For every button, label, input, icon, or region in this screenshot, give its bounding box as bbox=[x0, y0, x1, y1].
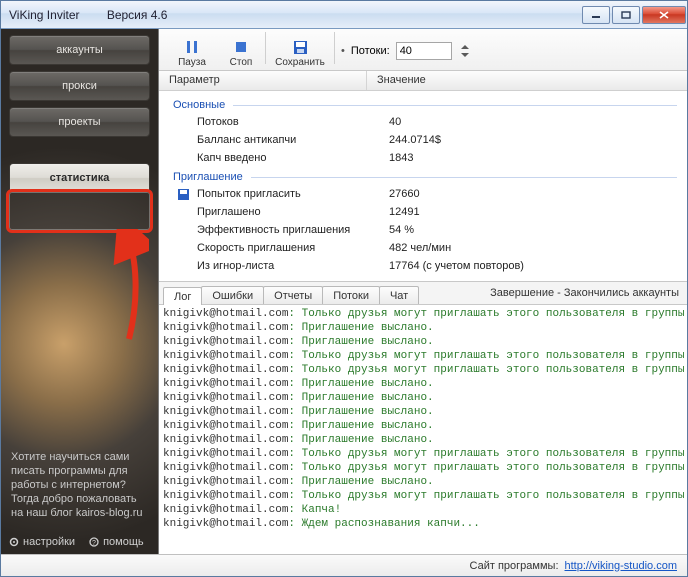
threads-label: Потоки: bbox=[351, 45, 390, 57]
stat-value: 12491 bbox=[389, 206, 420, 218]
col-param: Параметр bbox=[159, 71, 367, 90]
main-panel: Пауза Стоп Сохранить • Потоки: Параметр … bbox=[158, 29, 687, 554]
tab-ошибки[interactable]: Ошибки bbox=[201, 286, 264, 304]
close-button[interactable] bbox=[642, 6, 686, 24]
svg-text:?: ? bbox=[92, 540, 96, 547]
pause-button[interactable]: Пауза bbox=[165, 38, 219, 68]
minimize-button[interactable] bbox=[582, 6, 610, 24]
stat-key: Приглашено bbox=[193, 206, 389, 218]
tab-чат[interactable]: Чат bbox=[379, 286, 419, 304]
save-button[interactable]: Сохранить bbox=[270, 38, 330, 68]
help-icon: ? bbox=[89, 537, 99, 547]
tab-отчеты[interactable]: Отчеты bbox=[263, 286, 323, 304]
stop-button[interactable]: Стоп bbox=[221, 38, 261, 68]
promo-text: Хотите научиться сами писать программы д… bbox=[11, 450, 148, 520]
titlebar: ViKing Inviter Версия 4.6 bbox=[1, 1, 687, 29]
annotation-arrow-icon bbox=[109, 229, 149, 349]
site-label: Сайт программы: bbox=[470, 560, 559, 572]
stat-row: Эффективность приглашения54 % bbox=[173, 221, 687, 239]
stat-value: 482 чел/мин bbox=[389, 242, 451, 254]
toolbar: Пауза Стоп Сохранить • Потоки: bbox=[159, 29, 687, 71]
stat-row: Потоков40 bbox=[173, 113, 687, 131]
sidebar-item-accounts[interactable]: аккаунты bbox=[9, 35, 150, 65]
stat-value: 1843 bbox=[389, 152, 413, 164]
threads-input[interactable] bbox=[396, 42, 452, 60]
separator bbox=[265, 32, 266, 64]
stat-row: Из игнор-листа17764 (с учетом повторов) bbox=[173, 257, 687, 275]
stat-row: Попыток пригласить27660 bbox=[173, 185, 687, 203]
group-invite: Приглашение bbox=[173, 171, 687, 183]
help-link[interactable]: ?помощь bbox=[89, 536, 144, 548]
stat-key: Из игнор-листа bbox=[193, 260, 389, 272]
save-icon bbox=[270, 38, 330, 56]
tab-лог[interactable]: Лог bbox=[163, 287, 202, 305]
app-title: ViKing Inviter bbox=[9, 8, 79, 22]
statusbar: Сайт программы: http://viking-studio.com bbox=[1, 554, 687, 576]
sidebar-item-proxy[interactable]: прокси bbox=[9, 71, 150, 101]
stat-value: 40 bbox=[389, 116, 401, 128]
stat-value: 244.0714$ bbox=[389, 134, 441, 146]
stat-value: 27660 bbox=[389, 188, 420, 200]
stats-header: Параметр Значение bbox=[159, 71, 687, 91]
stat-key: Скорость приглашения bbox=[193, 242, 389, 254]
spinner-icon[interactable] bbox=[458, 43, 472, 59]
log-output[interactable]: knigivk@hotmail.com: Только друзья могут… bbox=[159, 304, 687, 554]
stat-row: Балланс антикапчи244.0714$ bbox=[173, 131, 687, 149]
log-tabs: ЛогОшибкиОтчетыПотокиЧат Завершение - За… bbox=[159, 282, 687, 304]
stat-row: Капч введено1843 bbox=[173, 149, 687, 167]
completion-status: Завершение - Закончились аккаунты bbox=[490, 287, 679, 299]
site-link[interactable]: http://viking-studio.com bbox=[565, 560, 678, 572]
app-version: Версия 4.6 bbox=[107, 8, 168, 22]
sidebar-item-statistics[interactable]: статистика bbox=[9, 163, 150, 193]
tab-потоки[interactable]: Потоки bbox=[322, 286, 380, 304]
stat-value: 54 % bbox=[389, 224, 414, 236]
sidebar-item-projects[interactable]: проекты bbox=[9, 107, 150, 137]
stat-row: Приглашено12491 bbox=[173, 203, 687, 221]
sidebar: аккаунты прокси проекты статистика Хотит… bbox=[1, 29, 158, 554]
stat-key: Капч введено bbox=[193, 152, 389, 164]
maximize-button[interactable] bbox=[612, 6, 640, 24]
separator bbox=[334, 32, 335, 64]
highlight-box bbox=[6, 189, 153, 233]
stat-key: Эффективность приглашения bbox=[193, 224, 389, 236]
stat-key: Потоков bbox=[193, 116, 389, 128]
save-icon bbox=[177, 188, 190, 201]
stat-row: Скорость приглашения482 чел/мин bbox=[173, 239, 687, 257]
gear-icon bbox=[9, 537, 19, 547]
col-value: Значение bbox=[367, 71, 687, 90]
stat-value: 17764 (с учетом повторов) bbox=[389, 260, 524, 272]
stats-body: Основные Потоков40Балланс антикапчи244.0… bbox=[159, 91, 687, 281]
group-main: Основные bbox=[173, 99, 687, 111]
stat-key: Балланс антикапчи bbox=[193, 134, 389, 146]
stop-icon bbox=[221, 38, 261, 56]
stat-key: Попыток пригласить bbox=[193, 188, 389, 200]
pause-icon bbox=[165, 38, 219, 56]
settings-link[interactable]: настройки bbox=[9, 536, 75, 548]
